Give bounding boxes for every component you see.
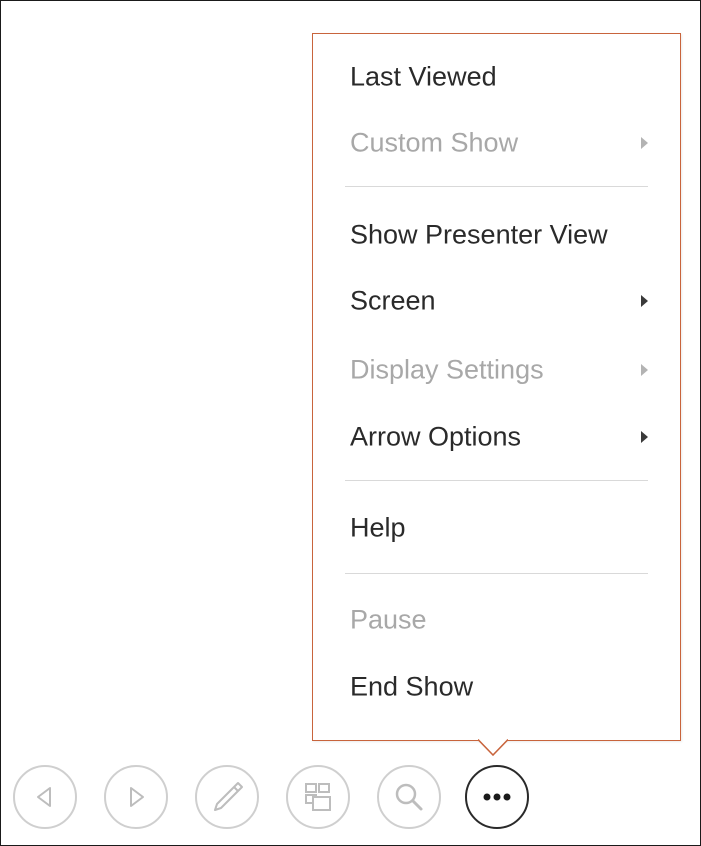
menu-item-label: Arrow Options xyxy=(350,421,522,452)
menu-item-display-settings[interactable]: Display Settings xyxy=(313,339,680,401)
previous-slide-button[interactable] xyxy=(13,765,77,829)
more-options-menu: Last Viewed Custom Show Show Presenter V… xyxy=(312,33,681,741)
menu-item-label: Last Viewed xyxy=(350,61,497,92)
pen-button[interactable] xyxy=(195,765,259,829)
pen-icon xyxy=(214,782,243,811)
menu-item-pause[interactable]: Pause xyxy=(313,589,680,651)
ellipsis-icon xyxy=(483,793,511,801)
menu-item-label: End Show xyxy=(350,671,474,702)
menu-item-custom-show[interactable]: Custom Show xyxy=(313,112,680,174)
zoom-button[interactable] xyxy=(377,765,441,829)
magnifier-icon xyxy=(395,783,423,811)
submenu-arrow-icon xyxy=(641,137,648,149)
slides-grid-icon xyxy=(305,783,331,811)
menu-item-label: Screen xyxy=(350,285,436,316)
menu-item-label: Display Settings xyxy=(350,354,544,385)
menu-item-arrow-options[interactable]: Arrow Options xyxy=(313,406,680,468)
submenu-arrow-icon xyxy=(641,364,648,376)
more-options-button[interactable] xyxy=(465,765,529,829)
submenu-arrow-icon xyxy=(641,295,648,307)
menu-item-label: Pause xyxy=(350,604,427,635)
menu-item-screen[interactable]: Screen xyxy=(313,270,680,332)
see-all-slides-button[interactable] xyxy=(286,765,350,829)
menu-item-label: Help xyxy=(350,512,406,543)
menu-separator xyxy=(345,480,648,481)
triangle-left-icon xyxy=(37,787,51,807)
menu-item-show-presenter-view[interactable]: Show Presenter View xyxy=(313,204,680,266)
menu-separator xyxy=(345,573,648,574)
menu-item-label: Custom Show xyxy=(350,127,519,158)
next-slide-button[interactable] xyxy=(104,765,168,829)
submenu-arrow-icon xyxy=(641,431,648,443)
menu-item-help[interactable]: Help xyxy=(313,497,680,559)
menu-pointer xyxy=(478,739,508,757)
triangle-right-icon xyxy=(130,787,144,807)
slideshow-toolbar xyxy=(1,759,701,839)
menu-item-end-show[interactable]: End Show xyxy=(313,656,680,718)
menu-item-last-viewed[interactable]: Last Viewed xyxy=(313,46,680,108)
menu-item-label: Show Presenter View xyxy=(350,219,608,250)
menu-separator xyxy=(345,186,648,187)
slide-show-area: Last Viewed Custom Show Show Presenter V… xyxy=(0,0,701,846)
